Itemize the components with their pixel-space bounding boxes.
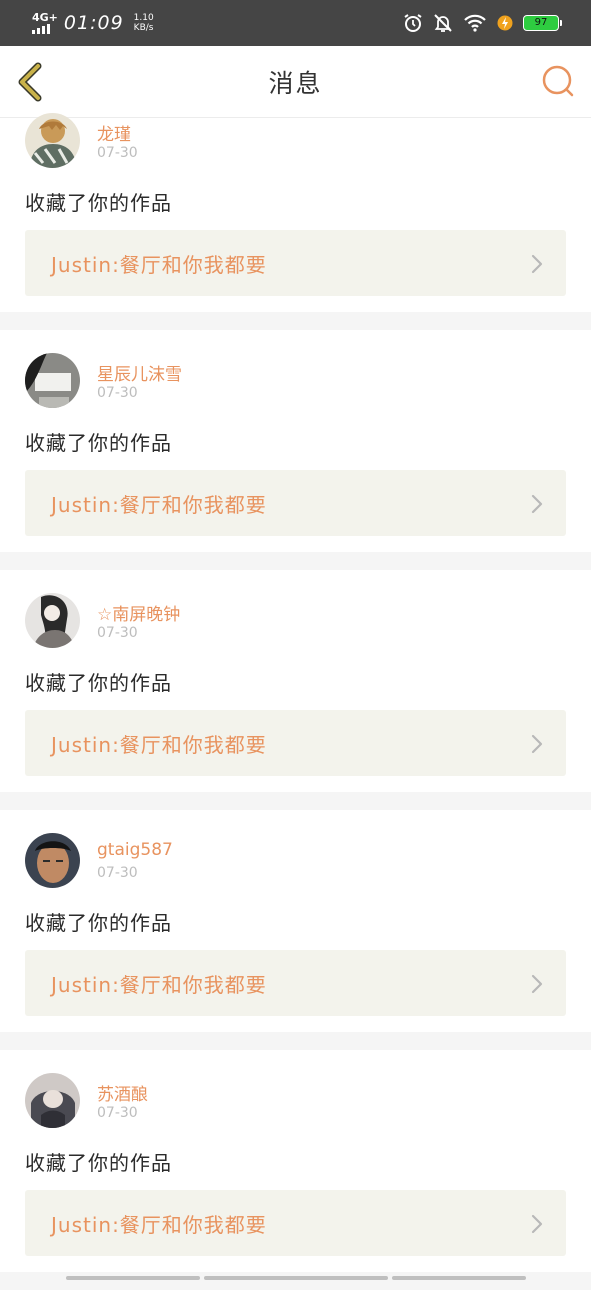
avatar[interactable] — [25, 593, 80, 648]
work-link[interactable]: Justin:餐厅和你我都要 — [25, 710, 566, 776]
chevron-right-icon — [531, 974, 543, 994]
work-title: Justin:餐厅和你我都要 — [51, 493, 267, 517]
chevron-right-icon — [531, 494, 543, 514]
charging-icon — [497, 15, 513, 31]
avatar[interactable] — [25, 353, 80, 408]
clock: 01:09 — [63, 12, 124, 34]
battery-level: 97 — [534, 17, 548, 28]
action-text: 收藏了你的作品 — [25, 191, 172, 215]
chevron-right-icon — [531, 1214, 543, 1234]
message-card: gtaig587 07-30 收藏了你的作品 Justin:餐厅和你我都要 — [0, 810, 591, 1032]
alarm-icon — [404, 14, 422, 32]
timestamp: 07-30 — [97, 145, 138, 161]
message-card: 龙瑾 07-30 收藏了你的作品 Justin:餐厅和你我都要 — [0, 113, 591, 312]
network-type: 4G+ — [32, 11, 58, 24]
work-title: Justin:餐厅和你我都要 — [51, 253, 267, 277]
work-title: Justin:餐厅和你我都要 — [51, 1213, 267, 1237]
work-title: Justin:餐厅和你我都要 — [51, 973, 267, 997]
network-speed: 1.10 KB/s — [134, 13, 154, 33]
chevron-right-icon — [531, 254, 543, 274]
timestamp: 07-30 — [97, 625, 138, 641]
timestamp: 07-30 — [97, 865, 138, 881]
username[interactable]: 苏酒酿 — [97, 1080, 148, 1105]
bell-mute-icon — [434, 14, 452, 32]
top-app-bar: 消息 — [0, 46, 591, 118]
action-text: 收藏了你的作品 — [25, 1151, 172, 1175]
message-card: 苏酒酿 07-30 收藏了你的作品 Justin:餐厅和你我都要 — [0, 1050, 591, 1272]
signal-icon — [32, 24, 50, 34]
action-text: 收藏了你的作品 — [25, 911, 172, 935]
avatar[interactable] — [25, 113, 80, 168]
search-icon — [542, 65, 574, 97]
work-link[interactable]: Justin:餐厅和你我都要 — [25, 1190, 566, 1256]
action-text: 收藏了你的作品 — [25, 671, 172, 695]
wifi-icon — [464, 14, 486, 32]
status-bar: 4G+ 01:09 1.10 KB/s 97 — [0, 0, 591, 46]
username[interactable]: 龙瑾 — [97, 120, 131, 145]
message-list: 龙瑾 07-30 收藏了你的作品 Justin:餐厅和你我都要 星辰儿沫雪 07… — [0, 113, 591, 1290]
network-indicator: 4G+ — [32, 12, 58, 34]
chevron-right-icon — [531, 734, 543, 754]
username[interactable]: ☆南屏晚钟 — [97, 600, 180, 625]
action-text: 收藏了你的作品 — [25, 431, 172, 455]
work-title: Justin:餐厅和你我都要 — [51, 733, 267, 757]
work-link[interactable]: Justin:餐厅和你我都要 — [25, 950, 566, 1016]
gesture-bar[interactable] — [66, 1276, 526, 1280]
speed-unit: KB/s — [133, 23, 154, 33]
username[interactable]: 星辰儿沫雪 — [97, 360, 182, 385]
username[interactable]: gtaig587 — [97, 840, 173, 860]
speed-value: 1.10 — [133, 13, 154, 23]
page-title: 消息 — [268, 69, 323, 98]
work-link[interactable]: Justin:餐厅和你我都要 — [25, 470, 566, 536]
timestamp: 07-30 — [97, 1105, 138, 1121]
message-card: 星辰儿沫雪 07-30 收藏了你的作品 Justin:餐厅和你我都要 — [0, 330, 591, 552]
work-link[interactable]: Justin:餐厅和你我都要 — [25, 230, 566, 296]
avatar[interactable] — [25, 833, 80, 888]
timestamp: 07-30 — [97, 385, 138, 401]
battery-icon: 97 — [523, 15, 562, 31]
search-button[interactable] — [541, 64, 575, 98]
avatar[interactable] — [25, 1073, 80, 1128]
message-card: ☆南屏晚钟 07-30 收藏了你的作品 Justin:餐厅和你我都要 — [0, 570, 591, 792]
